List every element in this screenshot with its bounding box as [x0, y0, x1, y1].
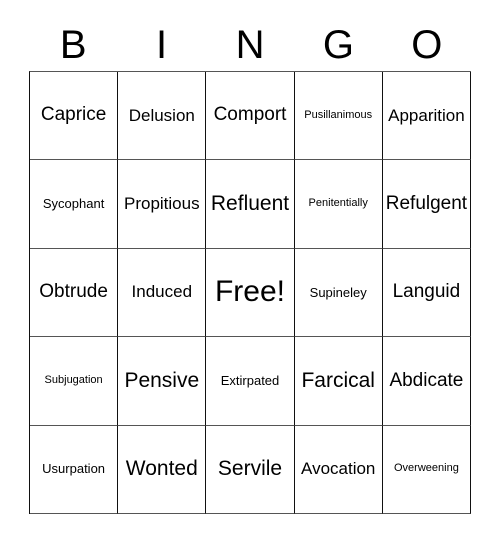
bingo-cell[interactable]: Subjugation: [30, 337, 119, 426]
bingo-cell-label: Penitentially: [308, 197, 368, 210]
bingo-cell-label: Overweening: [394, 462, 459, 475]
bingo-cell-label: Delusion: [128, 105, 195, 125]
bingo-cell[interactable]: Induced: [118, 248, 207, 338]
bingo-cell[interactable]: Delusion: [118, 72, 207, 161]
bingo-row: Subjugation Pensive Extirpated Farcical …: [30, 337, 472, 426]
bingo-cell[interactable]: Wonted: [118, 425, 207, 515]
bingo-row: Caprice Delusion Comport Pusillanimous A…: [30, 72, 472, 161]
bingo-cell-label: Comport: [213, 104, 287, 126]
bingo-cell-label: Caprice: [40, 104, 107, 126]
bingo-cell[interactable]: Sycophant: [30, 160, 119, 249]
bingo-header-letter: B: [59, 22, 87, 67]
bingo-cell[interactable]: Avocation: [294, 425, 383, 515]
bingo-cell[interactable]: Extirpated: [206, 337, 295, 426]
bingo-header-letter: I: [156, 22, 168, 67]
bingo-cell-label: Abdicate: [389, 369, 464, 391]
bingo-cell-label: Wonted: [125, 456, 198, 480]
bingo-grid: Caprice Delusion Comport Pusillanimous A…: [29, 71, 472, 515]
bingo-cell-free-space[interactable]: Free!: [206, 248, 295, 338]
bingo-cell[interactable]: Obtrude: [30, 248, 119, 338]
bingo-cell[interactable]: Caprice: [30, 72, 119, 161]
bingo-cell-label: Avocation: [301, 459, 376, 479]
bingo-cell[interactable]: Farcical: [294, 337, 383, 426]
bingo-cell[interactable]: Penitentially: [294, 160, 383, 249]
bingo-cell-label: Languid: [392, 281, 461, 303]
bingo-cell-label: Pensive: [124, 368, 200, 392]
bingo-cell-label: Apparition: [388, 105, 465, 125]
bingo-cell-label: Subjugation: [44, 373, 103, 386]
bingo-cell-label: Refulgent: [385, 192, 468, 214]
bingo-cell-label: Sycophant: [42, 196, 105, 212]
bingo-cell[interactable]: Pusillanimous: [294, 72, 383, 161]
bingo-row: Usurpation Wonted Servile Avocation Over…: [30, 425, 472, 515]
bingo-cell-label: Induced: [131, 282, 193, 302]
bingo-cell[interactable]: Apparition: [382, 72, 472, 161]
bingo-cell-label: Farcical: [301, 368, 375, 392]
bingo-cell-label: Propitious: [124, 193, 200, 213]
bingo-cell[interactable]: Abdicate: [382, 337, 472, 426]
bingo-cell[interactable]: Languid: [382, 248, 472, 338]
bingo-header-cell-g: G: [294, 18, 382, 71]
bingo-row: Sycophant Propitious Refluent Penitentia…: [30, 160, 472, 249]
bingo-cell[interactable]: Supineley: [294, 248, 383, 338]
bingo-header-cell-b: B: [29, 18, 117, 71]
bingo-cell[interactable]: Pensive: [118, 337, 207, 426]
bingo-cell[interactable]: Usurpation: [30, 425, 119, 515]
bingo-cell-label: Obtrude: [39, 281, 108, 303]
bingo-cell[interactable]: Comport: [206, 72, 295, 161]
bingo-cell-label: Refluent: [210, 191, 290, 215]
bingo-card: B I N G O Caprice Delusion Comport Pusil…: [0, 0, 500, 544]
bingo-cell-label: Free!: [214, 275, 286, 309]
bingo-header-letter: O: [411, 22, 443, 67]
bingo-header-row: B I N G O: [29, 18, 471, 71]
bingo-header-letter: G: [322, 22, 354, 67]
bingo-cell[interactable]: Refluent: [206, 160, 295, 249]
bingo-header-cell-o: O: [383, 18, 471, 71]
bingo-cell[interactable]: Propitious: [118, 160, 207, 249]
bingo-header-cell-n: N: [206, 18, 294, 71]
bingo-cell[interactable]: Servile: [206, 425, 295, 515]
bingo-cell-label: Servile: [217, 456, 283, 480]
bingo-cell[interactable]: Overweening: [382, 425, 472, 515]
bingo-header-letter: N: [235, 22, 265, 67]
bingo-header-cell-i: I: [117, 18, 205, 71]
bingo-cell-label: Pusillanimous: [304, 108, 373, 121]
bingo-cell-label: Extirpated: [220, 372, 280, 388]
bingo-cell-label: Usurpation: [42, 461, 106, 477]
bingo-row: Obtrude Induced Free! Supineley Languid: [30, 248, 472, 338]
bingo-cell-label: Supineley: [309, 284, 367, 300]
bingo-cell[interactable]: Refulgent: [382, 160, 472, 249]
